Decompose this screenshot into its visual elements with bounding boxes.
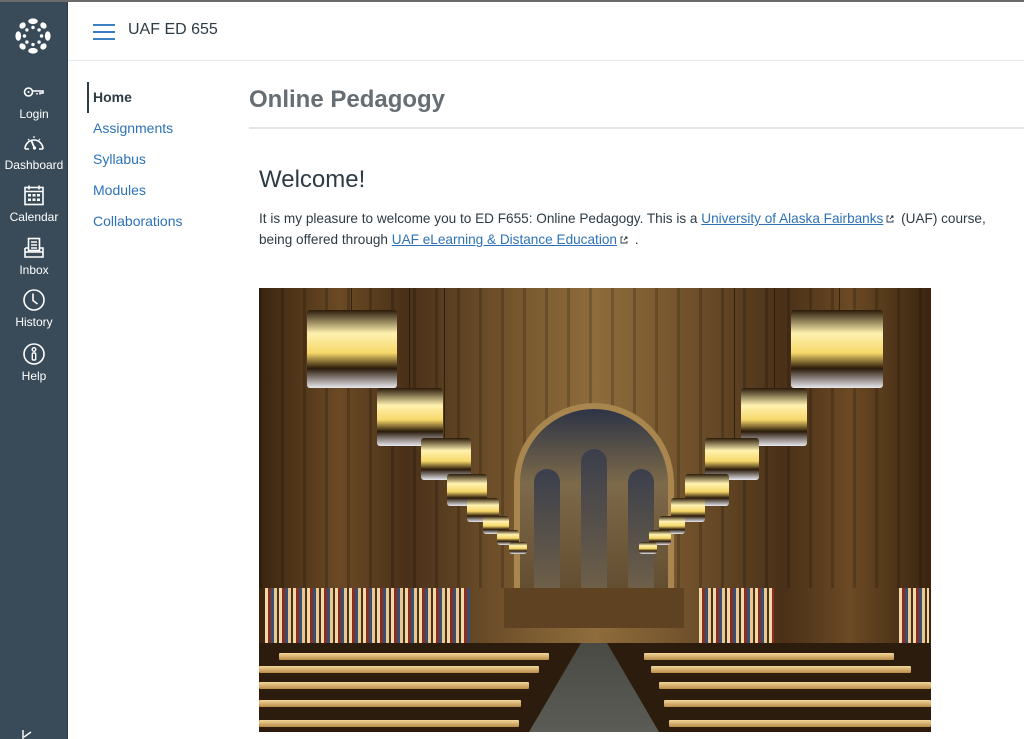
dashboard-gauge-icon: [24, 136, 44, 150]
inbox-icon: [24, 237, 44, 258]
global-nav-label: Login: [19, 107, 49, 121]
global-nav-history[interactable]: History: [0, 288, 68, 329]
page-title: Online Pedagogy: [249, 86, 446, 113]
course-nav: Home Assignments Syllabus Modules Collab…: [87, 82, 227, 237]
photo-lantern: [791, 310, 883, 388]
global-nav-login[interactable]: Login: [0, 80, 68, 121]
photo-back-wall: [504, 588, 684, 628]
library-photo: [259, 288, 931, 732]
key-icon: [23, 87, 44, 97]
course-nav-home[interactable]: Home: [87, 82, 227, 113]
course-nav-modules[interactable]: Modules: [87, 175, 227, 206]
intro-text: It is my pleasure to welcome you to ED F…: [259, 211, 702, 226]
welcome-heading: Welcome!: [259, 166, 366, 193]
course-nav-collaborations[interactable]: Collaborations: [87, 206, 227, 237]
external-link-icon: [886, 215, 894, 223]
photo-desk: [651, 666, 911, 673]
global-nav-calendar[interactable]: Calendar: [0, 183, 68, 224]
global-nav-label: Help: [21, 369, 47, 383]
photo-desk: [259, 666, 539, 673]
photo-bookshelf-right: [699, 588, 774, 648]
global-nav-label: Calendar: [9, 210, 59, 224]
photo-desk: [659, 682, 931, 689]
photo-desk: [279, 653, 549, 660]
photo-lantern: [639, 542, 657, 554]
intro-paragraph: It is my pleasure to welcome you to ED F…: [259, 208, 1009, 250]
info-icon: [23, 343, 45, 365]
collapse-arrow-icon[interactable]: [20, 728, 34, 739]
global-nav-help[interactable]: Help: [0, 342, 68, 383]
canvas-logo-icon[interactable]: [14, 17, 52, 55]
global-nav-dashboard[interactable]: Dashboard: [0, 131, 68, 172]
course-header: UAF ED 655: [68, 2, 1024, 61]
photo-lantern: [307, 310, 397, 388]
global-nav-label: Inbox: [19, 263, 49, 277]
course-title[interactable]: UAF ED 655: [128, 21, 218, 39]
global-nav-label: History: [15, 315, 53, 329]
external-link-icon: [620, 236, 628, 244]
intro-text: .: [630, 232, 639, 247]
global-nav-label: Dashboard: [4, 158, 64, 172]
photo-desk: [664, 700, 931, 707]
course-nav-syllabus[interactable]: Syllabus: [87, 144, 227, 175]
photo-bookshelf-left: [265, 588, 470, 648]
global-nav: Login Dashboard Calendar Inbox History H…: [0, 0, 68, 739]
calendar-icon: [24, 185, 44, 206]
photo-desk: [669, 720, 931, 727]
photo-desk: [644, 653, 894, 660]
hamburger-icon[interactable]: [93, 24, 115, 40]
course-nav-assignments[interactable]: Assignments: [87, 113, 227, 144]
photo-bookshelf-far-right: [899, 588, 929, 648]
uaf-link[interactable]: University of Alaska Fairbanks: [701, 211, 883, 226]
global-nav-inbox[interactable]: Inbox: [0, 236, 68, 277]
clock-icon: [23, 289, 45, 311]
photo-desk: [259, 720, 519, 727]
title-divider: [249, 127, 1024, 129]
elearning-link[interactable]: UAF eLearning & Distance Education: [392, 232, 617, 247]
photo-desk: [259, 700, 521, 707]
window-top-border: [0, 0, 1024, 2]
photo-desk: [259, 682, 529, 689]
photo-lantern: [509, 542, 527, 554]
